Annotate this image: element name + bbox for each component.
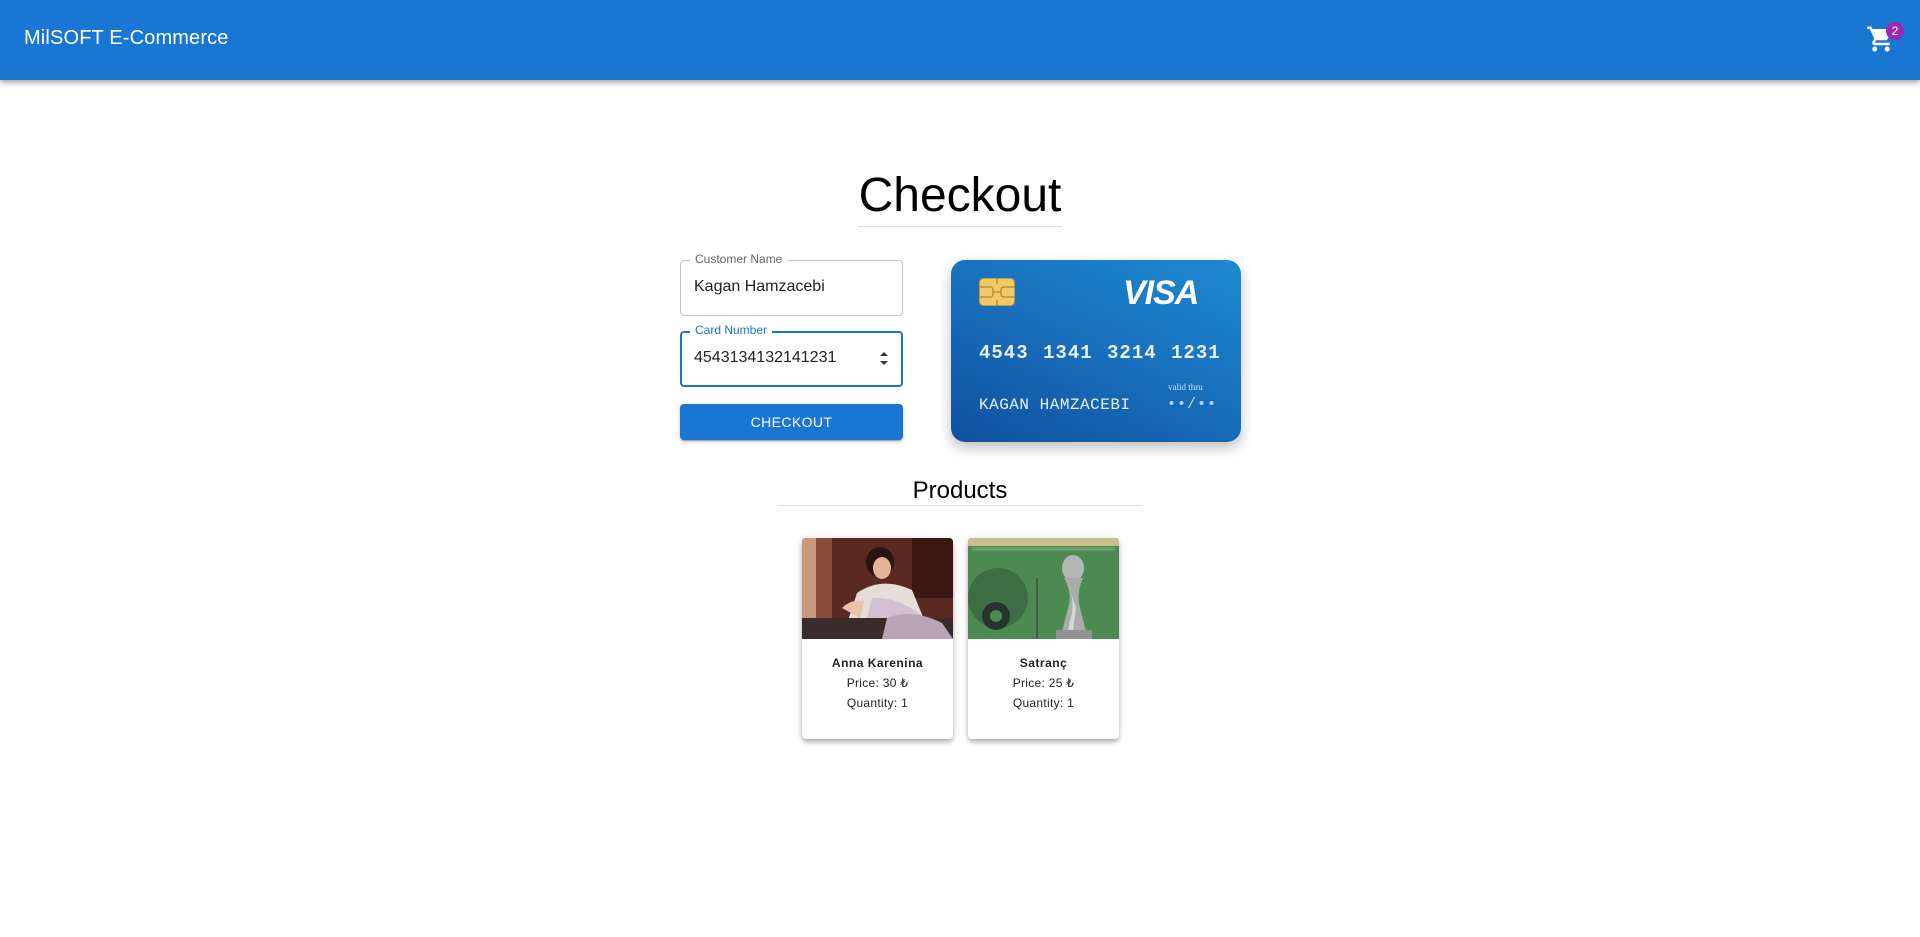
valid-thru-value: ••/•• [1167, 396, 1218, 413]
product-quantity: Quantity: 1 [846, 696, 909, 710]
product-price: Price: 25 ₺ [1012, 676, 1075, 690]
products-heading: Products [912, 477, 1008, 504]
app-title[interactable]: MilSOFT E-Commerce [24, 27, 229, 50]
card-number-label: Card Number [690, 323, 773, 337]
spin-down-icon[interactable] [880, 361, 888, 365]
products-divider [778, 505, 1142, 506]
satranc-cover [968, 538, 1119, 639]
number-spinner[interactable] [878, 349, 890, 369]
app-bar: MilSOFT E-Commerce 2 [0, 0, 1920, 80]
credit-card-preview: VISA 4543 1341 3214 1231 KAGAN HAMZACEBI… [951, 260, 1241, 442]
card-number-field[interactable]: Card Number [680, 323, 903, 387]
title-divider [858, 226, 1062, 227]
card-number-display: 4543 1341 3214 1231 [979, 342, 1221, 364]
product-card[interactable]: Anna Karenina Price: 30 ₺ Quantity: 1 [802, 538, 953, 739]
card-number-input[interactable] [694, 349, 874, 367]
product-price: Price: 30 ₺ [846, 676, 909, 690]
product-name: Satranç [1019, 656, 1068, 670]
product-quantity: Quantity: 1 [1012, 696, 1075, 710]
checkout-button[interactable]: CHECKOUT [680, 404, 903, 440]
anna-karenina-cover [802, 538, 953, 639]
spin-up-icon[interactable] [880, 352, 888, 356]
visa-logo: VISA [1123, 274, 1199, 312]
cart-count-badge: 2 [1886, 22, 1904, 40]
card-holder-display: KAGAN HAMZACEBI [979, 396, 1131, 414]
cart-button[interactable]: 2 [1862, 20, 1904, 60]
page-title: Checkout [858, 169, 1062, 222]
customer-name-label: Customer Name [690, 252, 788, 266]
product-card[interactable]: Satranç Price: 25 ₺ Quantity: 1 [968, 538, 1119, 739]
customer-name-field[interactable]: Customer Name [680, 252, 903, 316]
valid-thru-label: valid thru [1168, 382, 1203, 392]
customer-name-input[interactable] [694, 278, 874, 296]
card-chip-icon [979, 278, 1015, 306]
product-name: Anna Karenina [831, 656, 924, 670]
